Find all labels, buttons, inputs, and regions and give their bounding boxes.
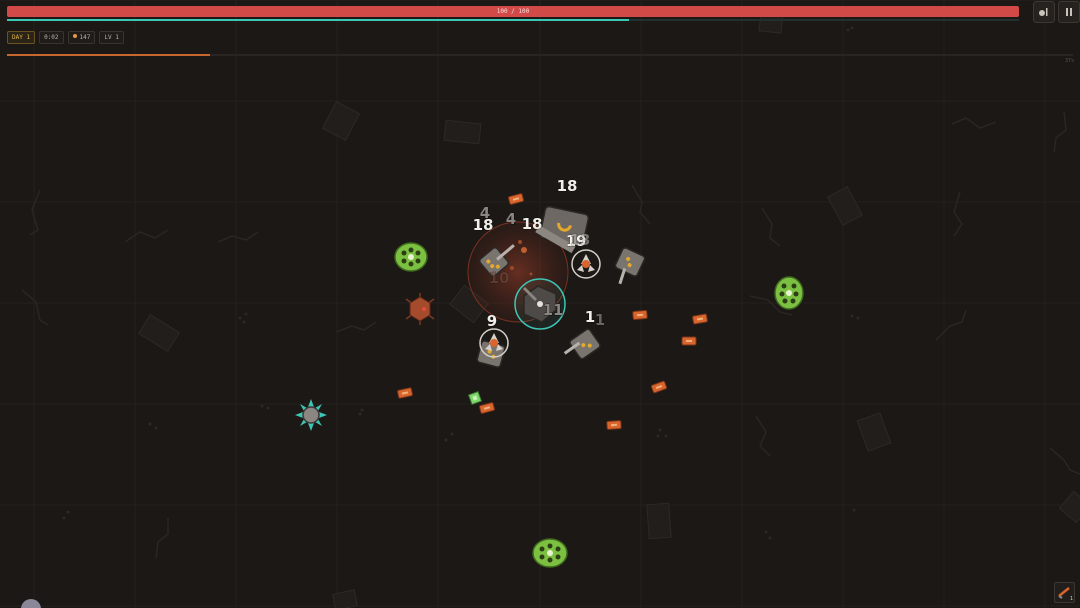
damage-number: 18 (557, 177, 578, 195)
ground-cracks (21, 111, 1080, 559)
xp-bar-fill (7, 19, 630, 21)
pause-button[interactable] (1058, 1, 1080, 23)
damage-number: 18 (473, 216, 494, 234)
damage-number: 11 (543, 301, 564, 319)
coin-icon (72, 34, 77, 38)
stats-bar: DAY 1 0:02 147 LV 1 (7, 31, 124, 44)
enemy-spider (405, 293, 435, 325)
weapon-slot[interactable]: 1 (1054, 582, 1075, 603)
offscreen-enemy (21, 599, 41, 608)
turret-right (614, 247, 646, 285)
weapon-count: 1 (1069, 596, 1073, 602)
wave-progress-fill (7, 54, 210, 56)
enemy-green-blob (774, 276, 804, 310)
run-timer: 0:02 (39, 31, 64, 44)
enemy-green-blob (394, 242, 428, 272)
coin-count: 147 (79, 34, 91, 41)
wave-progress-bar (7, 54, 1073, 56)
damage-number: 1 (595, 311, 605, 329)
level-badge: LV 1 (99, 31, 124, 44)
wave-timer: 37s (1064, 58, 1074, 64)
game-world[interactable]: 18 4 4 18 18 19 10 11 1 1 9 13 (0, 0, 1080, 608)
ground-debris (62, 26, 860, 540)
coin-counter: 147 (67, 31, 96, 44)
turret-bottom-right (563, 328, 601, 360)
enemy-green-blob (532, 538, 568, 568)
health-bar: 100 / 100 (7, 6, 1019, 17)
health-text: 100 / 100 (496, 8, 530, 15)
damage-number: 4 (506, 210, 516, 228)
settings-icon (1039, 8, 1048, 16)
pause-icon (1065, 8, 1073, 16)
damage-number: 10 (489, 269, 510, 287)
damage-number: 18 (522, 215, 543, 233)
damage-number: 9 (487, 312, 497, 330)
ground-rocks (138, 10, 1080, 608)
xp-bar (7, 19, 1019, 21)
settings-button[interactable] (1033, 1, 1055, 23)
damage-number: 1 (585, 308, 595, 326)
xp-gem (467, 390, 483, 406)
damage-number: 13 (570, 231, 591, 249)
blade-drone-upper (571, 249, 601, 279)
day-badge: DAY 1 (7, 31, 36, 44)
